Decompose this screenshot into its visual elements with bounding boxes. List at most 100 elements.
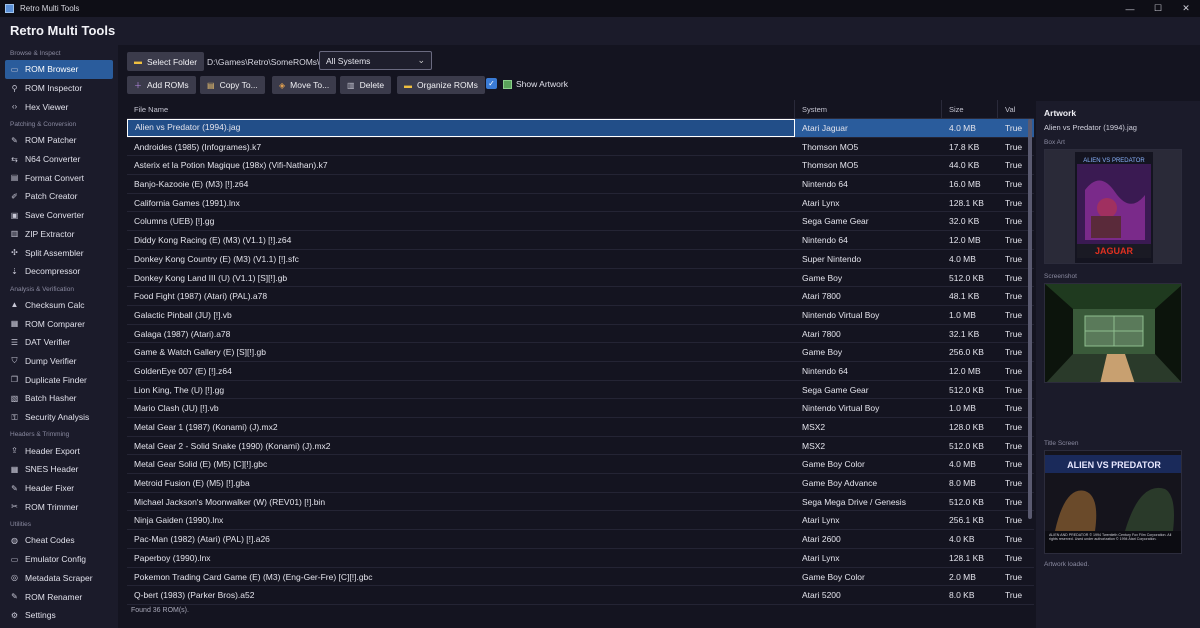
show-artwork-checkbox[interactable]: ✓ [486, 78, 497, 89]
table-row[interactable]: Paperboy (1990).lnx Atari Lynx 128.1 KB Tru… [127, 549, 1034, 568]
sidebar-item-emulator-config[interactable]: ▭ Emulator Config [5, 550, 113, 569]
cell-size: 128.0 KB [949, 422, 984, 432]
column-header-file-name[interactable]: File Name [127, 100, 795, 119]
table-row[interactable]: Pac-Man (1982) (Atari) (PAL) [!].a26 Atar… [127, 530, 1034, 549]
sidebar-item-header-fixer[interactable]: ✎ Header Fixer [5, 479, 113, 498]
table-row[interactable]: Q-bert (1983) (Parker Bros).a52 Atari 520… [127, 586, 1034, 605]
table-row[interactable]: Alien vs Predator (1994).jag Atari Jaguar… [127, 119, 1034, 138]
sidebar-item-hex-viewer[interactable]: ‹› Hex Viewer [5, 97, 113, 116]
main-panel: ▬ Select Folder D:\Games\Retro\SomeROMs\… [118, 45, 1200, 628]
artwork-file-name: Alien vs Predator (1994).jag [1044, 123, 1137, 132]
lock-icon: ⚿ [11, 412, 18, 422]
sidebar-item-batch-hasher[interactable]: ▧ Batch Hasher [5, 389, 113, 408]
table-row[interactable]: Androides (1985) (Infogrames).k7 Thomson … [127, 138, 1034, 157]
cell-system: Thomson MO5 [802, 160, 859, 171]
sidebar-item-label: ROM Patcher [25, 135, 77, 146]
sidebar-item-label: Checksum Calc [25, 299, 85, 310]
app-header: Retro Multi Tools [0, 17, 1200, 45]
sidebar-item-rom-comparer[interactable]: ▦ ROM Comparer [5, 314, 113, 333]
folder-icon: ▭ [10, 64, 19, 74]
sidebar-section-header: Headers & Trimming [10, 431, 70, 439]
cell-file-name: Metal Gear 1 (1987) (Konami) (J).mx2 [134, 422, 278, 432]
show-artwork-toggle[interactable]: Show Artwork [503, 79, 568, 89]
system-filter-select[interactable]: All Systems ⌄ [319, 51, 432, 70]
sidebar-item-cheat-codes[interactable]: ◍ Cheat Codes [5, 531, 113, 550]
sidebar-item-rom-inspector[interactable]: ⚲ ROM Inspector [5, 79, 113, 98]
table-row[interactable]: Donkey Kong Land III (U) (V1.1) [S][!].g… [127, 269, 1034, 288]
table-row[interactable]: GoldenEye 007 (E) [!].z64 Nintendo 64 12.0… [127, 362, 1034, 381]
title-screen-label: Title Screen [1044, 440, 1079, 447]
copy-to-button[interactable]: ▤ Copy To... [200, 76, 265, 94]
cell-system: Atari 7800 [802, 291, 841, 302]
sidebar-item-metadata-scraper[interactable]: ◎ Metadata Scraper [5, 569, 113, 588]
table-row[interactable]: Game & Watch Gallery (E) [S][!].gb Game B… [127, 343, 1034, 362]
move-to-button[interactable]: ◈ Move To... [272, 76, 337, 94]
table-row[interactable]: Metal Gear Solid (E) (M5) [C][!].gbc Game… [127, 455, 1034, 475]
sidebar-item-save-converter[interactable]: ▣ Save Converter [5, 206, 113, 225]
add-roms-button[interactable]: ＋ Add ROMs [127, 76, 196, 94]
sidebar-item-rom-patcher[interactable]: ✎ ROM Patcher [5, 131, 113, 150]
sidebar-item-checksum-calc[interactable]: ▲ Checksum Calc [5, 296, 113, 315]
sidebar-section-header: Patching & Conversion [10, 121, 77, 129]
sidebar-item-label: Duplicate Finder [25, 374, 87, 385]
table-row[interactable]: Metroid Fusion (E) (M5) [!].gba Game Boy … [127, 474, 1034, 493]
column-header-valid[interactable]: Val [998, 100, 1034, 119]
maximize-button[interactable]: ☐ [1144, 0, 1172, 17]
sidebar-item-label: ROM Browser [25, 64, 79, 75]
table-row[interactable]: Michael Jackson's Moonwalker (W) (REV01)… [127, 493, 1034, 512]
sidebar-item-dump-verifier[interactable]: ⛉ Dump Verifier [5, 352, 113, 371]
export-icon: ⇪ [11, 446, 18, 456]
table-row[interactable]: Mario Clash (JU) [!].vb Nintendo Virtual … [127, 399, 1034, 418]
sidebar-item-n64-converter[interactable]: ⇆ N64 Converter [5, 150, 113, 169]
table-row[interactable]: Pokemon Trading Card Game (E) (M3) (Eng-… [127, 568, 1034, 587]
sidebar-item-split-assembler[interactable]: ✣ Split Assembler [5, 243, 113, 262]
sidebar-item-zip-extractor[interactable]: ▥ ZIP Extractor [5, 225, 113, 244]
cell-size: 512.0 KB [949, 384, 984, 395]
cell-system: Atari 7800 [802, 328, 841, 339]
sidebar-section-header: Browse & Inspect [10, 50, 61, 57]
cell-system: Atari Lynx [802, 552, 840, 563]
sidebar-item-security-analysis[interactable]: ⚿ Security Analysis [5, 408, 113, 427]
minimize-button[interactable]: — [1116, 0, 1144, 17]
table-row[interactable]: Donkey Kong Country (E) (M3) (V1.1) [!].… [127, 250, 1034, 269]
cell-size: 1.0 MB [949, 403, 976, 414]
column-header-size[interactable]: Size [942, 100, 998, 119]
sidebar-item-decompressor[interactable]: ⇣ Decompressor [5, 262, 113, 281]
box-logo-top: ALIEN VS PREDATOR [1083, 158, 1145, 164]
table-row[interactable]: Asterix et la Potion Magique (198x) (Vif… [127, 156, 1034, 176]
table-row[interactable]: Galactic Pinball (JU) [!].vb Nintendo Vir… [127, 306, 1034, 325]
table-scrollbar[interactable] [1028, 119, 1032, 519]
sidebar-item-rom-browser[interactable]: ▭ ROM Browser [5, 60, 113, 79]
sidebar-item-settings[interactable]: ⚙ Settings [5, 606, 113, 625]
sidebar-item-header-export[interactable]: ⇪ Header Export [5, 441, 113, 460]
table-row[interactable]: Metal Gear 2 - Solid Snake (1990) (Konam… [127, 437, 1034, 456]
sidebar-item-patch-creator[interactable]: ✐ Patch Creator [5, 187, 113, 206]
sidebar-item-duplicate-finder[interactable]: ❐ Duplicate Finder [5, 370, 113, 389]
table-row[interactable]: California Games (1991).lnx Atari Lynx 128… [127, 194, 1034, 213]
table-row[interactable]: Galaga (1987) (Atari).a78 Atari 7800 32.1 … [127, 325, 1034, 344]
table-row[interactable]: Columns (UEB) [!].gg Sega Game Gear 32.0 K… [127, 212, 1034, 232]
delete-button[interactable]: ▥ Delete [340, 76, 392, 94]
column-header-system[interactable]: System [795, 100, 942, 119]
sidebar-item-snes-header[interactable]: ▦ SNES Header [5, 460, 113, 479]
rename-icon: ✎ [11, 592, 18, 602]
sidebar-item-rom-renamer[interactable]: ✎ ROM Renamer [5, 587, 113, 606]
table-row[interactable]: Ninja Gaiden (1990).lnx Atari Lynx 256.1 K… [127, 511, 1034, 531]
cell-system: Sega Game Gear [802, 384, 869, 395]
cell-size: 44.0 KB [949, 160, 980, 171]
organize-roms-button[interactable]: ▬ Organize ROMs [397, 76, 485, 94]
close-button[interactable]: ✕ [1172, 0, 1200, 17]
sidebar-item-format-convert[interactable]: ▤ Format Convert [5, 168, 113, 187]
download-icon: ⇣ [11, 266, 18, 276]
sidebar-item-rom-trimmer[interactable]: ✂ ROM Trimmer [5, 497, 113, 516]
sidebar-item-dat-verifier[interactable]: ☰ DAT Verifier [5, 333, 113, 352]
cell-size: 4.0 MB [949, 123, 976, 133]
select-folder-button[interactable]: ▬ Select Folder [127, 52, 205, 71]
sidebar-item-label: Format Convert [25, 172, 85, 183]
table-row[interactable]: Banjo-Kazooie (E) (M3) [!].z64 Nintendo 6… [127, 175, 1034, 194]
table-row[interactable]: Metal Gear 1 (1987) (Konami) (J).mx2 MSX2… [127, 418, 1034, 437]
cell-size: 16.0 MB [949, 179, 981, 190]
table-row[interactable]: Diddy Kong Racing (E) (M3) (V1.1) [!].z6… [127, 231, 1034, 250]
table-row[interactable]: Lion King, The (U) [!].gg Sega Game Gear 5… [127, 381, 1034, 400]
table-row[interactable]: Food Fight (1987) (Atari) (PAL).a78 Atari… [127, 287, 1034, 306]
